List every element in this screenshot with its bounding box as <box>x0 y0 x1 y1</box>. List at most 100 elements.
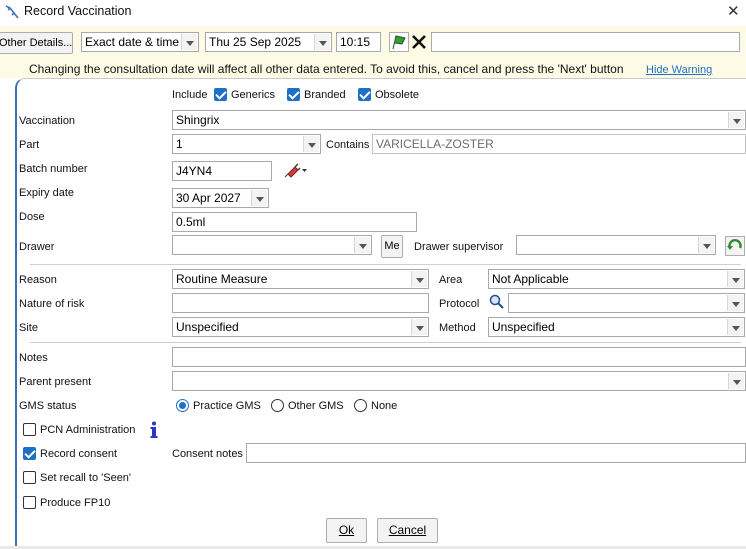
obsolete-label: Obsolete <box>375 89 420 101</box>
batch-number-input[interactable]: J4YN4 <box>172 161 272 181</box>
time-input[interactable]: 10:15 <box>336 32 381 52</box>
info-icon[interactable] <box>148 421 160 439</box>
contains-field: VARICELLA-ZOSTER <box>372 134 746 154</box>
drawer-supervisor-label: Drawer supervisor <box>414 241 504 253</box>
syringe-icon[interactable] <box>282 162 308 180</box>
dose-input[interactable]: 0.5ml <box>172 212 417 232</box>
chevron-down-icon[interactable] <box>354 237 370 253</box>
me-button[interactable]: Me <box>381 235 403 258</box>
drawer-select[interactable] <box>172 235 372 255</box>
parent-present-select[interactable] <box>172 371 746 391</box>
chevron-down-icon[interactable] <box>303 136 319 152</box>
produce-fp10-label: Produce FP10 <box>40 497 111 509</box>
ok-button[interactable]: Ok <box>326 518 367 543</box>
drawer-supervisor-select[interactable] <box>516 235 716 255</box>
area-label: Area <box>439 274 463 286</box>
branded-label: Branded <box>304 89 346 101</box>
vaccination-value: Shingrix <box>176 113 220 127</box>
record-consent-label: Record consent <box>40 448 118 460</box>
confirm-flag-icon[interactable] <box>389 32 409 52</box>
warning-bar: Changing the consultation date will affe… <box>0 60 746 78</box>
protocol-select[interactable] <box>508 293 745 313</box>
chevron-down-icon[interactable] <box>698 237 714 253</box>
date-mode-select[interactable]: Exact date & time <box>81 32 199 52</box>
chevron-down-icon[interactable] <box>314 34 330 50</box>
generics-label: Generics <box>231 89 276 101</box>
chevron-down-icon[interactable] <box>251 190 267 206</box>
obsolete-checkbox[interactable] <box>358 88 371 101</box>
nature-of-risk-label: Nature of risk <box>19 298 85 310</box>
area-value: Not Applicable <box>492 272 569 286</box>
generics-checkbox[interactable] <box>214 88 227 101</box>
reason-label: Reason <box>19 274 57 286</box>
practice-gms-radio[interactable] <box>176 399 189 412</box>
chevron-down-icon[interactable] <box>727 271 743 287</box>
search-icon[interactable] <box>488 293 506 311</box>
branded-checkbox[interactable] <box>287 88 300 101</box>
consent-notes-input[interactable] <box>246 443 746 463</box>
part-label: Part <box>19 139 40 151</box>
dose-label: Dose <box>19 211 45 223</box>
consent-notes-label: Consent notes <box>172 448 243 460</box>
chevron-down-icon[interactable] <box>411 319 427 335</box>
warning-text: Changing the consultation date will affe… <box>29 62 624 76</box>
produce-fp10-checkbox[interactable] <box>23 496 36 509</box>
divider <box>30 264 741 265</box>
pcn-administration-label: PCN Administration <box>40 424 136 436</box>
expiry-date-value: 30 Apr 2027 <box>176 191 241 205</box>
method-select[interactable]: Unspecified <box>488 317 745 337</box>
site-value: Unspecified <box>176 320 239 334</box>
area-select[interactable]: Not Applicable <box>488 269 745 289</box>
date-mode-value: Exact date & time <box>85 35 180 49</box>
part-select[interactable]: 1 <box>172 134 321 154</box>
gms-status-label: GMS status <box>19 400 77 412</box>
drawer-label: Drawer <box>19 241 55 253</box>
reason-select[interactable]: Routine Measure <box>172 269 429 289</box>
window-title: Record Vaccination <box>24 4 132 18</box>
record-consent-checkbox[interactable] <box>23 447 36 460</box>
expiry-date-label: Expiry date <box>19 187 75 199</box>
none-label: None <box>371 400 398 412</box>
expiry-date-picker[interactable]: 30 Apr 2027 <box>172 188 269 208</box>
vaccination-label: Vaccination <box>19 115 76 127</box>
chevron-down-icon[interactable] <box>728 112 744 128</box>
none-radio[interactable] <box>354 399 367 412</box>
set-recall-checkbox[interactable] <box>23 471 36 484</box>
chevron-down-icon[interactable] <box>727 319 743 335</box>
syringe-app-icon <box>5 5 19 19</box>
refresh-icon[interactable] <box>725 236 745 256</box>
other-gms-label: Other GMS <box>288 400 344 412</box>
cancel-button[interactable]: Cancel <box>377 518 438 543</box>
date-picker[interactable]: Thu 25 Sep 2025 <box>205 32 332 52</box>
other-details-button[interactable]: Other Details... <box>0 32 73 54</box>
site-label: Site <box>19 322 38 334</box>
divider <box>30 342 741 343</box>
chevron-down-icon[interactable] <box>411 271 427 287</box>
vaccination-select[interactable]: Shingrix <box>172 110 746 130</box>
method-label: Method <box>439 322 476 334</box>
contains-label: Contains <box>326 139 370 151</box>
notes-input[interactable] <box>172 347 746 367</box>
title-bar: Record Vaccination ✕ <box>0 0 746 26</box>
toolbar: Other Details... Exact date & time Thu 2… <box>0 26 746 60</box>
free-text-input[interactable] <box>431 32 740 52</box>
pcn-administration-checkbox[interactable] <box>23 423 36 436</box>
close-icon[interactable]: ✕ <box>727 2 740 20</box>
chevron-down-icon[interactable] <box>727 295 743 311</box>
protocol-label: Protocol <box>439 298 480 310</box>
include-label: Include <box>172 89 208 101</box>
site-select[interactable]: Unspecified <box>172 317 429 337</box>
nature-of-risk-input[interactable] <box>172 293 429 313</box>
chevron-down-icon[interactable] <box>728 373 744 389</box>
notes-label: Notes <box>19 352 48 364</box>
parent-present-label: Parent present <box>19 376 92 388</box>
chevron-down-icon[interactable] <box>181 34 197 50</box>
reason-value: Routine Measure <box>176 272 268 286</box>
cancel-x-icon[interactable] <box>410 33 428 51</box>
date-value: Thu 25 Sep 2025 <box>209 35 302 49</box>
part-value: 1 <box>176 137 183 151</box>
batch-number-label: Batch number <box>19 163 88 175</box>
other-gms-radio[interactable] <box>271 399 284 412</box>
set-recall-label: Set recall to 'Seen' <box>40 472 132 484</box>
hide-warning-link[interactable]: Hide Warning <box>646 64 712 76</box>
